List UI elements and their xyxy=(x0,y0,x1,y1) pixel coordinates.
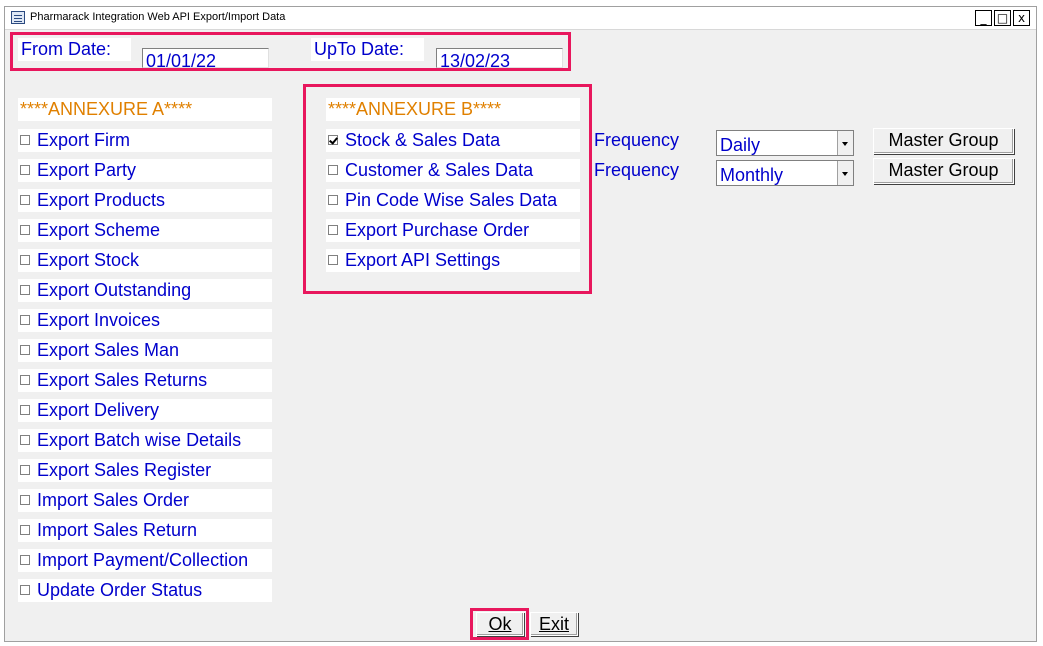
checkbox-icon[interactable] xyxy=(328,194,338,205)
upto-date-input[interactable]: 13/02/23 xyxy=(436,48,563,68)
close-button[interactable]: x xyxy=(1013,10,1030,26)
annexure-a-item-label: Export Scheme xyxy=(37,220,161,240)
checkbox-icon[interactable] xyxy=(328,134,338,145)
dropdown-arrow-icon[interactable] xyxy=(837,131,853,155)
checkbox-icon[interactable] xyxy=(20,494,30,505)
annexure-a-item[interactable]: Export Scheme xyxy=(18,219,272,242)
title-bar: Pharmarack Integration Web API Export/Im… xyxy=(5,7,1036,30)
ok-button[interactable]: Ok xyxy=(476,612,524,636)
frequency-select-1-value: Daily xyxy=(720,135,761,155)
annexure-b-item-label: Export Purchase Order xyxy=(345,220,530,240)
annexure-a-item-label: Export Outstanding xyxy=(37,280,192,300)
annexure-a-item-label: Import Payment/Collection xyxy=(37,550,249,570)
annexure-b-item[interactable]: Export Purchase Order xyxy=(326,219,580,242)
annexure-a-item-label: Export Delivery xyxy=(37,400,160,420)
annexure-a-item[interactable]: Export Stock xyxy=(18,249,272,272)
master-group-button-2[interactable]: Master Group xyxy=(873,158,1014,184)
annexure-b-item[interactable]: Stock & Sales Data xyxy=(326,129,580,152)
dropdown-arrow-icon[interactable] xyxy=(837,161,853,185)
annexure-b-heading: ****ANNEXURE B**** xyxy=(326,98,580,121)
annexure-b-item[interactable]: Export API Settings xyxy=(326,249,580,272)
annexure-a-item[interactable]: Export Outstanding xyxy=(18,279,272,302)
from-date-input[interactable]: 01/01/22 xyxy=(142,48,269,68)
checkbox-icon[interactable] xyxy=(20,284,30,295)
annexure-a-item-label: Export Party xyxy=(37,160,137,180)
annexure-a-item-label: Import Sales Return xyxy=(37,520,198,540)
checkbox-icon[interactable] xyxy=(20,584,30,595)
minimize-button[interactable]: _ xyxy=(975,10,992,26)
checkbox-icon[interactable] xyxy=(328,164,338,175)
annexure-a-item-label: Export Sales Man xyxy=(37,340,180,360)
annexure-a-heading: ****ANNEXURE A**** xyxy=(18,98,272,121)
from-date-label: From Date: xyxy=(18,38,131,61)
master-group-button-1[interactable]: Master Group xyxy=(873,128,1014,154)
annexure-a-item[interactable]: Export Products xyxy=(18,189,272,212)
annexure-a-item-label: Export Batch wise Details xyxy=(37,430,242,450)
annexure-a-item[interactable]: Export Party xyxy=(18,159,272,182)
frequency-select-2[interactable]: Monthly xyxy=(716,160,854,186)
checkbox-icon[interactable] xyxy=(20,434,30,445)
annexure-a-item[interactable]: Update Order Status xyxy=(18,579,272,602)
annexure-a-item-label: Export Products xyxy=(37,190,166,210)
checkbox-icon[interactable] xyxy=(20,554,30,565)
checkbox-icon[interactable] xyxy=(20,134,30,145)
window-title: Pharmarack Integration Web API Export/Im… xyxy=(30,11,286,23)
checkbox-icon[interactable] xyxy=(20,524,30,535)
checkbox-icon[interactable] xyxy=(20,464,30,475)
checkbox-icon[interactable] xyxy=(20,344,30,355)
annexure-a-item-label: Export Sales Register xyxy=(37,460,212,480)
checkbox-icon[interactable] xyxy=(20,404,30,415)
annexure-a-item[interactable]: Export Batch wise Details xyxy=(18,429,272,452)
annexure-a-item-label: Export Firm xyxy=(37,130,131,150)
annexure-a-item[interactable]: Import Sales Return xyxy=(18,519,272,542)
app-menu-icon[interactable] xyxy=(11,11,25,24)
frequency-label-2: Frequency xyxy=(594,160,680,180)
annexure-b-item-label: Customer & Sales Data xyxy=(345,160,534,180)
annexure-a-item-label: Export Invoices xyxy=(37,310,161,330)
annexure-b-item-label: Stock & Sales Data xyxy=(345,130,501,150)
exit-button-label: Exit xyxy=(538,614,569,634)
frequency-label-1: Frequency xyxy=(594,130,680,150)
annexure-b-item[interactable]: Customer & Sales Data xyxy=(326,159,580,182)
exit-button[interactable]: Exit xyxy=(530,612,578,636)
checkbox-icon[interactable] xyxy=(20,224,30,235)
checkbox-icon[interactable] xyxy=(20,314,30,325)
annexure-a-item[interactable]: Export Firm xyxy=(18,129,272,152)
annexure-b-item-label: Pin Code Wise Sales Data xyxy=(345,190,558,210)
annexure-a-item[interactable]: Export Delivery xyxy=(18,399,272,422)
annexure-a-item[interactable]: Import Sales Order xyxy=(18,489,272,512)
frequency-select-2-value: Monthly xyxy=(720,165,784,185)
maximize-button[interactable]: □ xyxy=(994,10,1011,26)
annexure-a-item-label: Import Sales Order xyxy=(37,490,190,510)
annexure-b-item-label: Export API Settings xyxy=(345,250,501,270)
annexure-a-item[interactable]: Export Sales Returns xyxy=(18,369,272,392)
annexure-a-item[interactable]: Import Payment/Collection xyxy=(18,549,272,572)
annexure-a-item-label: Export Stock xyxy=(37,250,140,270)
ok-button-label: Ok xyxy=(488,614,512,634)
frequency-select-1[interactable]: Daily xyxy=(716,130,854,156)
annexure-a-item-label: Export Sales Returns xyxy=(37,370,208,390)
annexure-a-item[interactable]: Export Sales Man xyxy=(18,339,272,362)
checkbox-icon[interactable] xyxy=(20,194,30,205)
annexure-a-item[interactable]: Export Sales Register xyxy=(18,459,272,482)
upto-date-label: UpTo Date: xyxy=(311,38,424,61)
checkbox-icon[interactable] xyxy=(20,254,30,265)
checkbox-icon[interactable] xyxy=(20,374,30,385)
annexure-a-item-label: Update Order Status xyxy=(37,580,203,600)
checkbox-icon[interactable] xyxy=(328,224,338,235)
annexure-a-item[interactable]: Export Invoices xyxy=(18,309,272,332)
annexure-b-item[interactable]: Pin Code Wise Sales Data xyxy=(326,189,580,212)
checkbox-icon[interactable] xyxy=(328,254,338,265)
checkbox-icon[interactable] xyxy=(20,164,30,175)
